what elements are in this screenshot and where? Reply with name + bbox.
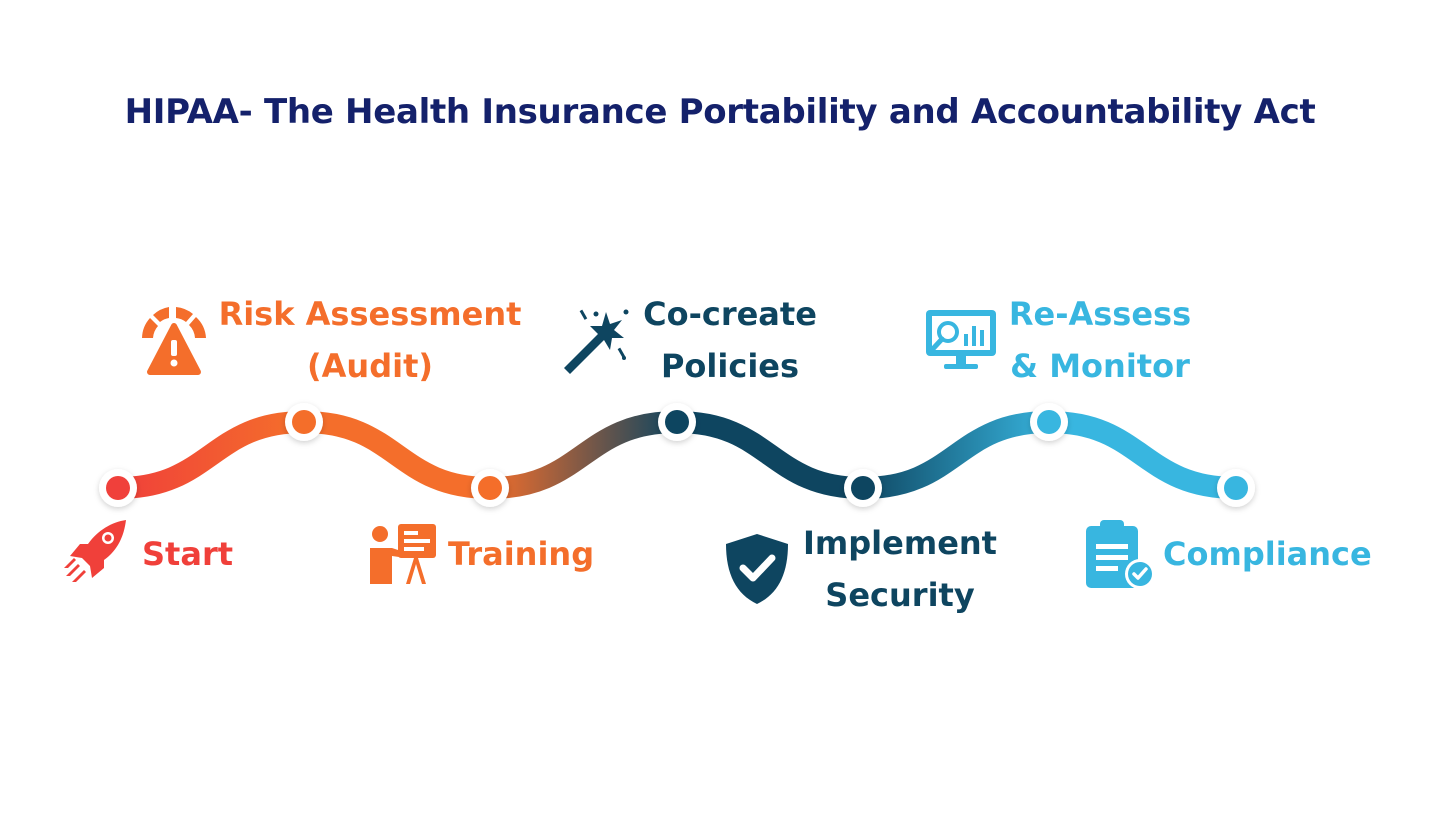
step-label-monitor-line-2: & Monitor (1010, 347, 1190, 385)
step-label-risk: Risk Assessment (Audit) (210, 288, 530, 392)
alert-gauge-icon (142, 307, 206, 375)
monitor-analytics-icon (926, 310, 996, 369)
step-label-training-line-1: Training (448, 535, 595, 573)
step-node-compliance (1217, 469, 1255, 507)
step-node-security (844, 469, 882, 507)
shield-check-icon (726, 534, 788, 604)
step-label-risk-line-2: (Audit) (307, 347, 433, 385)
step-label-start: Start (142, 528, 233, 580)
presentation-icon (370, 524, 436, 584)
step-label-policies: Co-create Policies (630, 288, 830, 392)
clipboard-check-icon (1086, 520, 1155, 589)
rocket-icon (64, 520, 126, 582)
step-node-risk (285, 403, 323, 441)
step-node-policies (658, 403, 696, 441)
step-label-security-line-1: Implement (803, 524, 997, 562)
step-label-security: Implement Security (794, 517, 1006, 621)
step-label-risk-line-1: Risk Assessment (218, 295, 522, 333)
step-label-start-line-1: Start (142, 535, 234, 573)
step-label-monitor-line-1: Re-Assess (1008, 295, 1192, 333)
step-label-policies-line-2: Policies (660, 347, 800, 385)
step-label-monitor: Re-Assess & Monitor (998, 288, 1202, 392)
step-node-start (99, 469, 137, 507)
step-node-monitor (1030, 403, 1068, 441)
step-label-training: Training (448, 528, 594, 580)
roadmap: Start Risk Assessment (Audit) Training C… (0, 0, 1440, 818)
magic-wand-icon (564, 309, 629, 374)
step-label-compliance-line-1: Compliance (1163, 535, 1372, 573)
step-label-compliance: Compliance (1163, 528, 1372, 580)
step-label-policies-line-1: Co-create (643, 295, 817, 333)
step-label-security-line-2: Security (825, 576, 975, 614)
roadmap-path-graphic (64, 307, 1255, 604)
step-node-training (471, 469, 509, 507)
